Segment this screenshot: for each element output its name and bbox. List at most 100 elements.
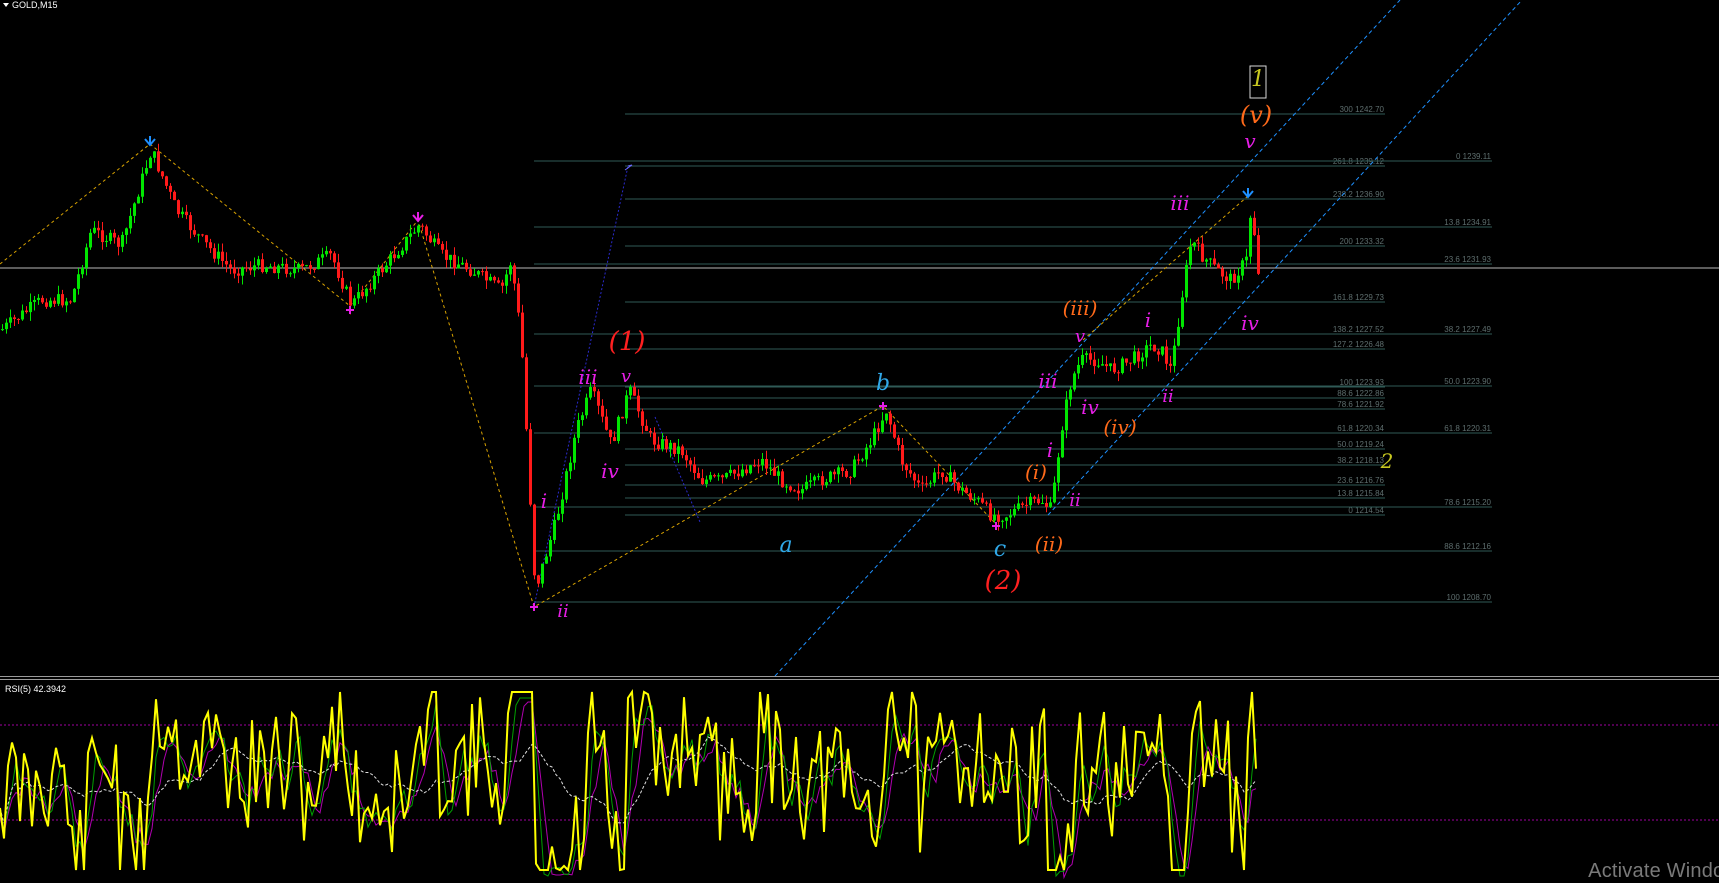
candle-body	[149, 157, 152, 169]
candle-body	[405, 236, 408, 251]
candle-body	[657, 444, 660, 449]
candle-body	[437, 238, 440, 244]
candle-body	[453, 254, 456, 269]
candle-body	[1061, 430, 1064, 458]
candle-body	[41, 297, 44, 303]
candle-body	[281, 263, 284, 266]
candle-body	[1137, 351, 1140, 362]
candle-body	[1085, 353, 1088, 355]
candle-body	[357, 292, 360, 299]
candle-body	[373, 275, 376, 290]
zigzag-peak-arrow	[1242, 188, 1254, 199]
candle-body	[489, 276, 492, 281]
wave-label: ii	[557, 601, 569, 622]
candle-body	[129, 215, 132, 229]
candle-body	[1245, 256, 1248, 261]
chart-window[interactable]: 300 1242.70 261.8 1239.12 238.2 1236.90 200…	[0, 0, 1719, 883]
fib-label-right: 13.8 1234.91	[1444, 218, 1491, 227]
wave-label: iv	[1081, 395, 1099, 419]
wave-channel	[533, 0, 1523, 676]
candle-body	[273, 266, 276, 274]
candle-body	[797, 490, 800, 494]
candle-body	[457, 264, 460, 269]
candle-body	[365, 288, 368, 297]
candle-body	[717, 475, 720, 477]
candle-body	[689, 460, 692, 465]
candle-body	[205, 235, 208, 243]
candle-body	[221, 251, 224, 261]
candle-body	[481, 271, 484, 273]
candle-body	[585, 397, 588, 416]
candle-body	[761, 458, 764, 466]
candle-body	[1177, 326, 1180, 346]
candle-body	[161, 171, 164, 177]
candle-body	[821, 476, 824, 486]
candle-body	[913, 473, 916, 481]
candle-body	[1021, 503, 1024, 505]
candle-body	[153, 151, 156, 158]
candle-body	[17, 319, 20, 321]
candle-body	[493, 276, 496, 281]
candle-body	[569, 462, 572, 472]
candle-body	[829, 471, 832, 483]
candle-body	[285, 263, 288, 274]
candle-body	[817, 476, 820, 478]
candle-body	[381, 268, 384, 273]
candle-body	[1189, 246, 1192, 266]
candle-body	[61, 294, 64, 306]
candle-body	[485, 271, 488, 281]
candle-body	[517, 283, 520, 313]
candle-body	[1169, 363, 1172, 366]
candle-body	[1149, 344, 1152, 346]
candle-body	[109, 232, 112, 241]
candle-body	[301, 263, 304, 267]
chart-title[interactable]: GOLD,M15	[3, 0, 58, 10]
wave-label: i	[1145, 308, 1151, 332]
candle-body	[793, 490, 796, 492]
candle-body	[865, 447, 868, 460]
candle-body	[929, 482, 932, 484]
candle-body	[1145, 345, 1148, 358]
candle-body	[29, 301, 32, 313]
candle-body	[997, 514, 1000, 522]
candle-body	[421, 225, 424, 227]
price-chart-pane[interactable]: 300 1242.70 261.8 1239.12 238.2 1236.90 200…	[0, 0, 1719, 676]
candle-body	[1033, 496, 1036, 499]
wave-label: b	[876, 371, 890, 396]
candle-body	[265, 268, 268, 272]
candle-body	[1221, 268, 1224, 277]
candle-body	[1141, 357, 1144, 362]
candle-body	[117, 237, 120, 247]
rsi-canvas[interactable]	[0, 680, 1719, 883]
candle-body	[305, 265, 308, 267]
candle-body	[77, 274, 80, 289]
candle-body	[385, 265, 388, 273]
candle-body	[609, 429, 612, 438]
candle-body	[409, 233, 412, 237]
candle-body	[637, 395, 640, 412]
candle-body	[9, 317, 12, 323]
candle-body	[733, 469, 736, 474]
candle-body	[1129, 362, 1132, 364]
candle-body	[369, 288, 372, 290]
chevron-down-icon[interactable]	[3, 3, 9, 7]
fib-label-right: 78.6 1215.20	[1444, 498, 1491, 507]
fib-label-left: 300 1242.70	[1340, 105, 1385, 114]
candle-body	[101, 230, 104, 243]
price-chart-canvas[interactable]: 300 1242.70261.8 1239.12238.2 1236.90200…	[0, 0, 1719, 676]
candle-body	[145, 168, 148, 174]
rsi-indicator-pane[interactable]: RSI(5) 42.3942	[0, 680, 1719, 883]
candle-body	[553, 519, 556, 540]
wave-label: v	[621, 366, 631, 387]
candle-body	[1253, 217, 1256, 236]
fib-label-right: 61.8 1220.31	[1444, 424, 1491, 433]
candle-body	[729, 469, 732, 473]
candle-body	[377, 268, 380, 276]
candle-body	[1185, 265, 1188, 298]
fib-label-left: 200 1233.32	[1340, 237, 1385, 246]
wave-label: 2	[1380, 449, 1394, 473]
candle-body	[333, 253, 336, 263]
candle-body	[577, 420, 580, 438]
candle-body	[13, 317, 16, 320]
fib-label-left: 138.2 1227.52	[1333, 325, 1385, 334]
